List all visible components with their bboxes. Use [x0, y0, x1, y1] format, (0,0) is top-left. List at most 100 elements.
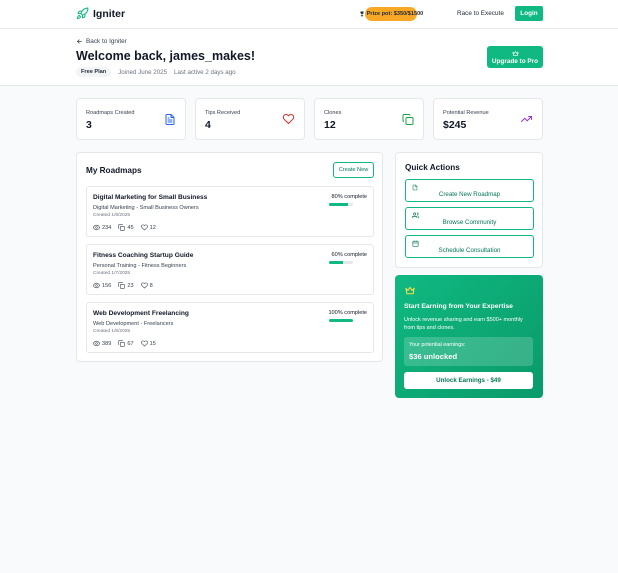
clones-count: 23 — [127, 282, 134, 289]
copy-icon — [118, 340, 126, 347]
back-link-label: Back to Igniter — [86, 38, 127, 45]
race-link[interactable]: Race to Execute — [457, 10, 504, 17]
roadmap-date: Created 1/7/2025 — [93, 271, 131, 276]
roadmap-stats: 234 45 12 — [93, 224, 156, 231]
calendar-icon — [412, 240, 419, 247]
likes-stat: 15 — [140, 340, 156, 347]
clones-stat: 23 — [118, 282, 134, 289]
roadmap-subtitle: Digital Marketing - Small Business Owner… — [93, 205, 199, 211]
roadmap-subtitle: Web Development - Freelancers — [93, 321, 174, 327]
clones-stat: 67 — [118, 340, 134, 347]
progress-label: 80% complete — [331, 194, 367, 200]
eye-icon — [93, 340, 100, 347]
roadmap-card[interactable]: Fitness Coaching Startup Guide Personal … — [86, 244, 374, 295]
top-nav: Igniter Prize pot: $350/$1500 Race to Ex… — [0, 0, 618, 29]
eye-icon — [93, 224, 100, 231]
roadmap-date: Created 1/8/2025 — [93, 213, 131, 218]
trophy-icon — [359, 11, 365, 17]
rocket-icon — [76, 7, 89, 20]
stat-value: 12 — [324, 119, 336, 131]
progress-bar — [329, 319, 353, 322]
progress-label: 60% complete — [331, 252, 367, 258]
crown-icon — [404, 285, 416, 296]
clones-count: 67 — [127, 340, 134, 347]
views-count: 389 — [102, 340, 112, 347]
prize-label: Prize pot: $350/$1500 — [366, 11, 424, 17]
progress-fill — [329, 261, 344, 264]
stat-label: Potential Revenue — [443, 110, 489, 116]
arrow-left-icon — [76, 38, 83, 45]
clones-stat: 45 — [118, 224, 134, 231]
roadmap-title: Web Development Freelancing — [93, 310, 189, 317]
copy-icon — [402, 113, 414, 126]
browse-community-button[interactable]: Browse Community — [405, 207, 534, 230]
earnings-box-label: Your potential earnings: — [409, 342, 466, 348]
roadmaps-panel: My Roadmaps Create New Digital Marketing… — [76, 152, 383, 362]
views-count: 234 — [102, 224, 112, 231]
clones-count: 45 — [127, 224, 134, 231]
quick-actions-panel: Quick Actions Create New Roadmap Browse … — [395, 152, 543, 268]
progress-fill — [329, 203, 349, 206]
likes-count: 15 — [149, 340, 156, 347]
brand[interactable]: Igniter — [76, 7, 125, 20]
roadmap-card[interactable]: Web Development Freelancing Web Developm… — [86, 302, 374, 353]
back-link[interactable]: Back to Igniter — [76, 38, 127, 45]
upgrade-button[interactable]: Upgrade to Pro — [487, 46, 543, 68]
profile-meta: Free Plan Joined June 2025 Last active 2… — [76, 67, 236, 77]
stat-label: Clones — [324, 110, 342, 116]
stat-value: $245 — [443, 119, 467, 131]
plan-badge: Free Plan — [76, 67, 112, 77]
action-label: Schedule Consultation — [438, 247, 501, 254]
stat-card-revenue: Potential Revenue $245 — [433, 98, 543, 140]
earnings-title: Start Earning from Your Expertise — [404, 303, 513, 310]
create-roadmap-button[interactable]: Create New Roadmap — [405, 179, 534, 202]
crown-icon — [512, 50, 519, 57]
heart-icon — [282, 113, 295, 125]
progress-label: 100% complete — [328, 310, 367, 316]
users-icon — [412, 212, 419, 219]
earnings-description: Unlock revenue sharing and earn $500+ mo… — [404, 317, 523, 331]
roadmap-date: Created 1/6/2025 — [93, 329, 131, 334]
trending-up-icon — [520, 113, 533, 125]
stat-card-tips: Tips Received 4 — [195, 98, 305, 140]
roadmap-subtitle: Personal Training - Fitness Beginners — [93, 263, 187, 269]
stat-card-roadmaps: Roadmaps Created 3 — [76, 98, 186, 140]
eye-icon — [93, 282, 100, 289]
stat-label: Tips Received — [205, 110, 241, 116]
copy-icon — [118, 282, 126, 289]
roadmap-card[interactable]: Digital Marketing for Small Business Dig… — [86, 186, 374, 237]
likes-stat: 8 — [140, 282, 153, 289]
likes-count: 8 — [149, 282, 153, 289]
progress-bar — [329, 261, 353, 264]
copy-icon — [118, 224, 126, 231]
views-count: 156 — [102, 282, 112, 289]
brand-name: Igniter — [93, 7, 126, 20]
roadmap-stats: 389 67 15 — [93, 340, 156, 347]
views-stat: 156 — [93, 282, 111, 289]
panel-title: My Roadmaps — [86, 166, 142, 175]
document-icon — [412, 184, 418, 191]
roadmap-title: Fitness Coaching Startup Guide — [93, 252, 194, 259]
action-label: Create New Roadmap — [438, 191, 501, 198]
earnings-box-value: $36 unlocked — [409, 352, 458, 361]
upgrade-label: Upgrade to Pro — [491, 57, 539, 65]
views-stat: 389 — [93, 340, 111, 347]
page-title: Welcome back, james_makes! — [76, 49, 256, 63]
prize-badge[interactable]: Prize pot: $350/$1500 — [360, 7, 423, 21]
create-new-button[interactable]: Create New — [333, 162, 374, 178]
joined-date: Joined June 2025 — [118, 68, 168, 76]
likes-stat: 12 — [140, 224, 156, 231]
views-stat: 234 — [93, 224, 111, 231]
heart-icon — [140, 224, 148, 231]
login-button[interactable]: Login — [515, 6, 543, 21]
action-label: Browse Community — [442, 219, 497, 226]
stat-value: 4 — [205, 119, 211, 131]
progress-fill — [329, 319, 353, 322]
unlock-earnings-button[interactable]: Unlock Earnings - $49 — [404, 372, 533, 389]
stat-card-clones: Clones 12 — [314, 98, 424, 140]
earnings-card: Start Earning from Your Expertise Unlock… — [395, 275, 543, 398]
likes-count: 12 — [149, 224, 156, 231]
panel-title: Quick Actions — [405, 163, 460, 172]
heart-icon — [140, 282, 148, 289]
schedule-consultation-button[interactable]: Schedule Consultation — [405, 235, 534, 258]
